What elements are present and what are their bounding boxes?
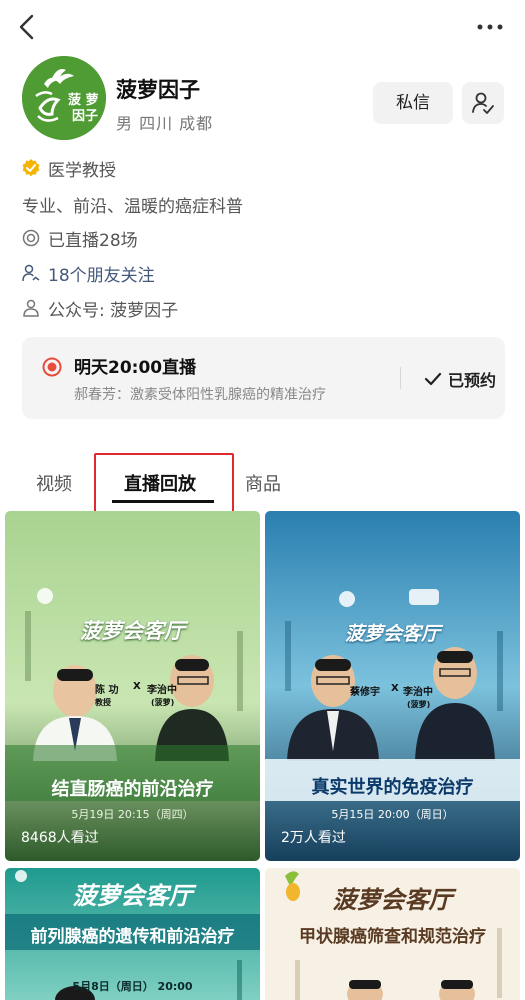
live-reminder-card[interactable]: 明天20:00直播 郝春芳：激素受体阳性乳腺癌的精准治疗 已预约 <box>22 337 505 419</box>
tab-products[interactable]: 商品 <box>245 470 281 496</box>
video-date: 5月19日 20:15（周四） <box>71 808 194 821</box>
video-brand: 菠萝会客厅 <box>72 882 193 910</box>
pineapple-logo-icon: 菠 萝 因子 <box>22 56 106 140</box>
user-check-icon <box>472 92 494 114</box>
live-count-label: 已直播28场 <box>48 230 138 251</box>
video-date: 5月15日 20:00（周日） <box>331 808 454 821</box>
avatar[interactable]: 菠 萝 因子 <box>22 56 106 140</box>
live-count-row: 已直播28场 <box>22 225 138 251</box>
person-icon <box>23 299 39 317</box>
video-brand: 菠萝会客厅 <box>344 623 440 645</box>
profile-meta: 男 四川 成都 <box>116 114 214 133</box>
top-bar <box>0 0 525 56</box>
friends-icon <box>22 264 40 282</box>
guest-separator: X <box>133 681 141 692</box>
divider <box>400 367 401 389</box>
guest-a-role: 教授 <box>95 698 111 707</box>
live-ring-icon <box>22 229 40 247</box>
guest-a-name: 陈 功 <box>95 685 119 696</box>
official-account-label: 公众号: 菠萝因子 <box>48 300 179 321</box>
guest-separator: X <box>391 683 399 694</box>
guest-b-role: (菠萝) <box>151 698 175 707</box>
official-account-row[interactable]: 公众号: 菠萝因子 <box>22 295 178 321</box>
back-icon[interactable] <box>14 12 40 42</box>
video-card[interactable]: 菠萝会客厅 前列腺癌的遗传和前沿治疗 5月8日（周日） 20:00 <box>5 868 260 1000</box>
profile-description: 专业、前沿、温暖的癌症科普 <box>22 197 243 217</box>
video-brand: 菠萝会客厅 <box>332 886 453 914</box>
video-title: 甲状腺癌筛查和规范治疗 <box>299 927 486 947</box>
view-count: 8468人看过 <box>21 830 99 846</box>
verified-badge-icon <box>22 159 40 177</box>
video-card[interactable]: 菠萝会客厅 蔡修宇 X 李治中 (菠萝) 真实世界的免疫治疗 5月15日 20:… <box>265 511 520 861</box>
booked-label: 已预约 <box>448 371 497 390</box>
check-icon <box>424 372 442 386</box>
video-card[interactable]: 菠萝会客厅 甲状腺癌筛查和规范治疗 <box>265 868 520 1000</box>
svg-text:因子: 因子 <box>72 109 98 124</box>
video-card[interactable]: 菠萝会客厅 陈 功 教授 X 李治中 (菠萝) 结直肠癌的前沿治疗 5月19日 … <box>5 511 260 861</box>
guest-b-name: 李治中 <box>403 687 433 698</box>
more-icon[interactable] <box>475 16 505 38</box>
tab-videos[interactable]: 视频 <box>36 470 72 496</box>
video-title: 真实世界的免疫治疗 <box>311 777 474 798</box>
video-title: 前列腺癌的遗传和前沿治疗 <box>30 927 235 947</box>
live-subtitle: 郝春芳：激素受体阳性乳腺癌的精准治疗 <box>74 387 326 403</box>
guest-b-name: 李治中 <box>147 685 177 696</box>
video-brand: 菠萝会客厅 <box>80 619 185 643</box>
video-title: 结直肠癌的前沿治疗 <box>51 779 214 800</box>
svg-text:菠 萝: 菠 萝 <box>68 92 99 108</box>
follow-button[interactable] <box>462 82 504 124</box>
verify-row: 医学教授 <box>22 155 116 181</box>
live-dot-icon <box>42 357 62 377</box>
guest-b-role: (菠萝) <box>407 700 431 709</box>
guest-a-name: 蔡修宇 <box>350 687 380 698</box>
profile-name: 菠萝因子 <box>116 78 200 102</box>
video-date: 5月8日（周日） 20:00 <box>72 980 193 993</box>
friends-label: 18个朋友关注 <box>48 265 155 286</box>
content-tabs: 视频 直播回放 商品 <box>0 460 525 504</box>
booked-button[interactable]: 已预约 <box>424 367 496 391</box>
view-count: 2万人看过 <box>281 830 346 846</box>
friends-row[interactable]: 18个朋友关注 <box>22 260 155 286</box>
live-title: 明天20:00直播 <box>74 358 197 378</box>
message-button[interactable]: 私信 <box>373 82 453 124</box>
verify-label: 医学教授 <box>48 160 116 181</box>
